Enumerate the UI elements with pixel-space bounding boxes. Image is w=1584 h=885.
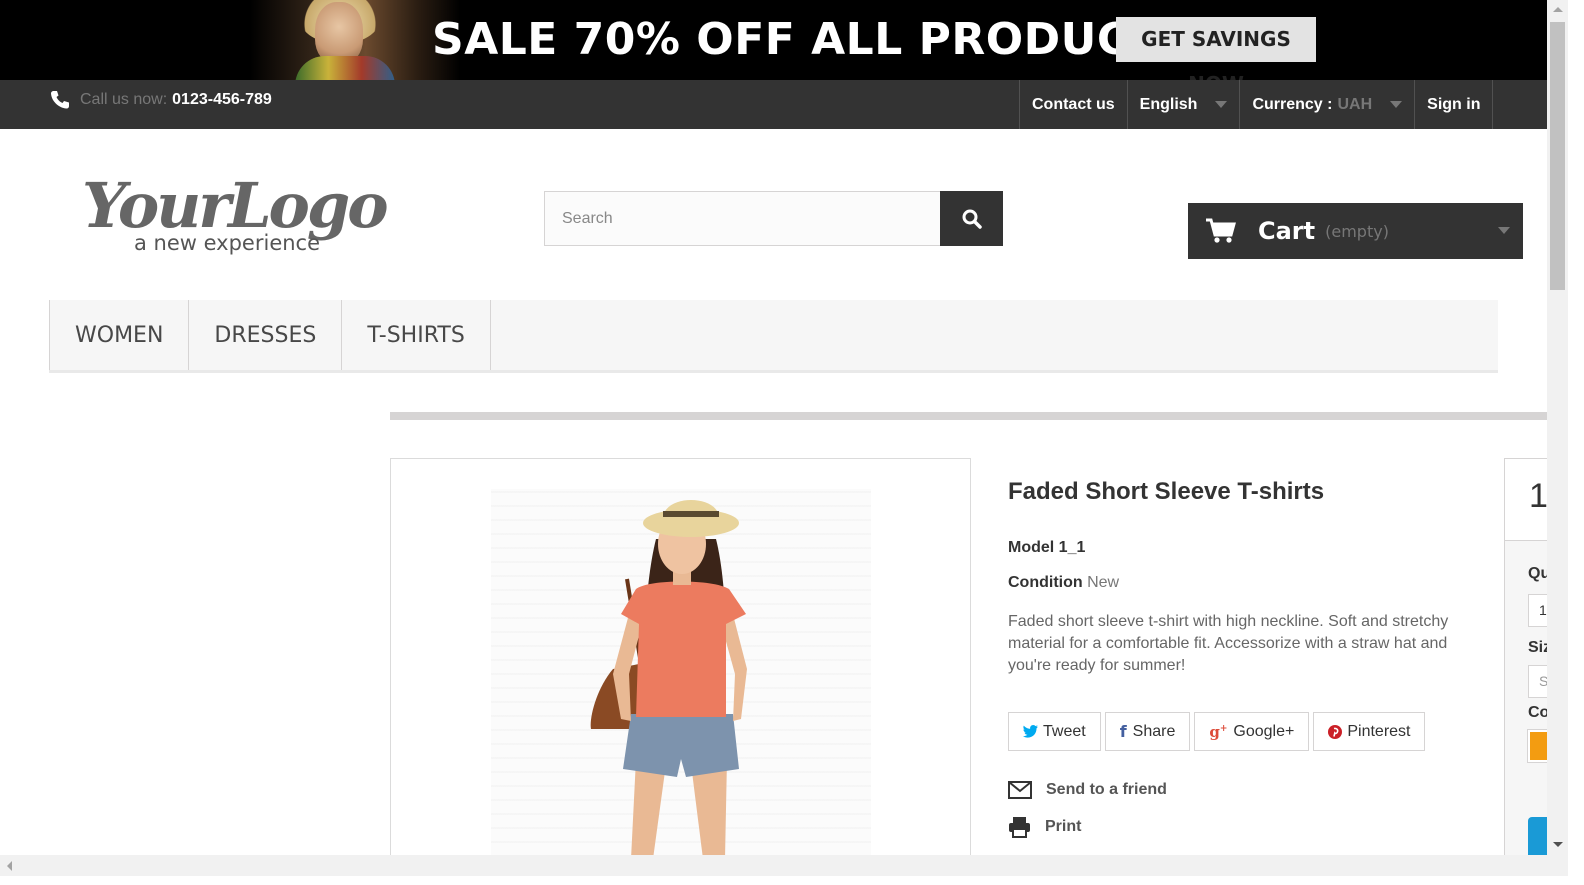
site-logo[interactable]: YourLogo a new experience — [82, 155, 432, 260]
top-nav-bar: Call us now: 0123-456-789 Contact us Eng… — [0, 80, 1547, 129]
product-title: Faded Short Sleeve T-shirts — [1008, 478, 1325, 505]
chevron-down-icon — [1215, 101, 1228, 108]
tweet-button[interactable]: Tweet — [1008, 712, 1101, 751]
product-photo — [590, 499, 747, 859]
search-form — [544, 191, 1003, 246]
top-nav-links: Contact us English Currency : UAH Sign i… — [1019, 80, 1494, 129]
share-label: Share — [1132, 722, 1176, 740]
facebook-share-button[interactable]: f Share — [1104, 712, 1191, 751]
condition-label: Condition — [1008, 574, 1083, 591]
contact-us-link[interactable]: Contact us — [1019, 80, 1127, 129]
product-description: Faded short sleeve t-shirt with high nec… — [1008, 613, 1449, 674]
promo-banner[interactable]: SALE 70% OFF ALL PRODUCTS GET SAVINGS NO… — [0, 0, 1547, 80]
call-us: Call us now: 0123-456-789 — [50, 90, 272, 110]
pinterest-icon — [1328, 724, 1343, 739]
sign-in-link[interactable]: Sign in — [1414, 80, 1494, 129]
shopping-cart-icon — [1206, 218, 1236, 243]
send-to-friend-label: Send to a friend — [1046, 780, 1167, 798]
product-actions: Send to a friend Print — [1008, 771, 1478, 845]
menu-item-women[interactable]: WOMEN — [49, 300, 190, 370]
google-plus-label: Google+ — [1233, 722, 1295, 740]
phone-number: 0123-456-789 — [172, 91, 272, 108]
chevron-down-icon — [1498, 227, 1510, 234]
banner-headline: SALE 70% OFF ALL PRODUCTS — [432, 14, 1193, 65]
search-icon — [962, 209, 982, 229]
search-input[interactable] — [544, 191, 940, 246]
contact-us-label: Contact us — [1032, 95, 1115, 113]
print-label: Print — [1045, 817, 1082, 835]
scroll-thumb[interactable] — [1550, 22, 1565, 290]
scroll-left-icon[interactable] — [7, 861, 12, 871]
menu-item-dresses[interactable]: DRESSES — [189, 300, 343, 370]
currency-label: Currency : — [1252, 95, 1333, 113]
call-us-label: Call us now: — [80, 91, 168, 108]
condition-value: New — [1087, 574, 1120, 591]
product-condition: Condition New — [1008, 574, 1478, 592]
product-info: Faded Short Sleeve T-shirts Model 1_1 Co… — [1008, 478, 1478, 845]
facebook-icon: f — [1119, 722, 1127, 741]
google-plus-icon: g+ — [1209, 722, 1228, 741]
cart-label: Cart — [1258, 217, 1316, 245]
cart-status: (empty) — [1325, 221, 1389, 241]
google-plus-button[interactable]: g+ Google+ — [1194, 712, 1310, 751]
currency-dropdown[interactable]: Currency : UAH — [1239, 80, 1414, 129]
search-button[interactable] — [940, 191, 1003, 246]
phone-icon — [51, 91, 69, 109]
pinterest-button[interactable]: Pinterest — [1313, 712, 1426, 751]
main-menu: WOMEN DRESSES T-SHIRTS — [49, 300, 1498, 373]
horizontal-scrollbar[interactable] — [0, 855, 1568, 876]
tweet-label: Tweet — [1043, 722, 1086, 740]
menu-item-t-shirts[interactable]: T-SHIRTS — [342, 300, 491, 370]
twitter-icon — [1023, 725, 1038, 738]
model-label: Model — [1008, 539, 1055, 556]
model-value: 1_1 — [1058, 539, 1086, 556]
scroll-up-icon[interactable] — [1553, 7, 1563, 12]
breadcrumb-bar — [390, 412, 1547, 420]
product-reference: Model 1_1 — [1008, 539, 1478, 557]
vertical-scrollbar[interactable] — [1547, 0, 1568, 855]
language-dropdown[interactable]: English — [1126, 80, 1240, 129]
social-share: Tweet f Share g+ Google+ Pinterest — [1008, 712, 1478, 751]
print-link[interactable]: Print — [1008, 808, 1478, 845]
envelope-icon — [1008, 780, 1032, 799]
pinterest-label: Pinterest — [1347, 722, 1411, 740]
cart-button[interactable]: Cart (empty) — [1188, 203, 1523, 259]
printer-icon — [1009, 816, 1030, 838]
sign-in-label: Sign in — [1427, 95, 1481, 113]
language-label: English — [1139, 95, 1198, 113]
logo-tagline: a new experience — [134, 231, 320, 255]
send-to-friend-link[interactable]: Send to a friend — [1008, 771, 1478, 808]
chevron-down-icon — [1390, 101, 1403, 108]
banner-model-image — [250, 0, 460, 80]
scroll-down-icon[interactable] — [1553, 842, 1563, 847]
product-image[interactable] — [390, 458, 971, 868]
get-savings-button[interactable]: GET SAVINGS NOW — [1116, 17, 1316, 80]
currency-value: UAH — [1337, 95, 1373, 113]
